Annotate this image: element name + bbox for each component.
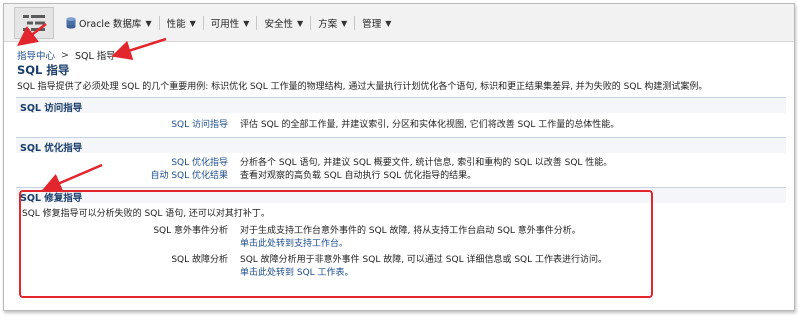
menu-divider bbox=[354, 16, 356, 30]
chevron-down-icon: ▼ bbox=[189, 18, 196, 28]
database-icon bbox=[66, 17, 76, 29]
automatic-sql-tuning-results-link[interactable]: 自动 SQL 优化结果 bbox=[150, 168, 228, 181]
row-description: 查看对观察的高负载 SQL 自动执行 SQL 优化指导的结果。 bbox=[240, 171, 477, 181]
menu-icon bbox=[23, 15, 45, 31]
main-menu: Oracle 数据库 ▼ 性能 ▼ 可用性 ▼ 安全性 ▼ 方案 ▼ 管理 ▼ bbox=[62, 12, 395, 34]
breadcrumb-advisor-central-link[interactable]: 指导中心 bbox=[17, 48, 55, 62]
top-menubar: Oracle 数据库 ▼ 性能 ▼ 可用性 ▼ 安全性 ▼ 方案 ▼ 管理 ▼ bbox=[4, 4, 794, 42]
menu-availability-label: 可用性 bbox=[210, 19, 240, 30]
menu-schema[interactable]: 方案 ▼ bbox=[314, 12, 351, 34]
section-title: SQL 优化指导 bbox=[20, 143, 83, 154]
list-item: 自动 SQL 优化结果 查看对观察的高负载 SQL 自动执行 SQL 优化指导的… bbox=[4, 168, 794, 182]
page-title: SQL 指导 bbox=[17, 63, 70, 77]
menu-administration[interactable]: 管理 ▼ bbox=[358, 12, 395, 34]
row-description: 分析各个 SQL 语句, 并建议 SQL 概要文件, 统计信息, 索引和重构的 … bbox=[240, 158, 613, 168]
section-title: SQL 访问指导 bbox=[20, 103, 83, 114]
menu-schema-label: 方案 bbox=[318, 19, 338, 30]
chevron-down-icon: ▼ bbox=[243, 18, 250, 28]
menu-performance-label: 性能 bbox=[166, 19, 186, 30]
chevron-down-icon: ▼ bbox=[296, 18, 304, 28]
menu-performance[interactable]: 性能 ▼ bbox=[163, 12, 200, 34]
screenshot-frame: Oracle 数据库 ▼ 性能 ▼ 可用性 ▼ 安全性 ▼ 方案 ▼ 管理 ▼ … bbox=[3, 3, 795, 311]
sql-tuning-advisor-link[interactable]: SQL 优化指导 bbox=[171, 155, 228, 168]
annotation-highlight-box bbox=[19, 190, 653, 298]
menu-availability[interactable]: 可用性 ▼ bbox=[207, 12, 254, 34]
sql-access-advisor-link[interactable]: SQL 访问指导 bbox=[171, 117, 228, 130]
page-description: SQL 指导提供了必须处理 SQL 的几个重要用例: 标识优化 SQL 工作量的… bbox=[17, 82, 708, 92]
menu-divider bbox=[310, 16, 312, 30]
menu-divider bbox=[202, 16, 204, 30]
section-header-access-advisor: SQL 访问指导 bbox=[16, 97, 786, 114]
menu-divider bbox=[256, 16, 258, 30]
navigator-menu-button[interactable] bbox=[14, 7, 54, 39]
chevron-down-icon: ▼ bbox=[385, 18, 392, 28]
list-item: SQL 访问指导 评估 SQL 的全部工作量, 并建议索引, 分区和实体化视图,… bbox=[4, 117, 794, 131]
breadcrumb-current: SQL 指导 bbox=[74, 51, 116, 62]
menu-administration-label: 管理 bbox=[362, 19, 382, 30]
menu-oracle-database-label: Oracle 数据库 bbox=[79, 19, 142, 30]
chevron-down-icon: ▼ bbox=[341, 18, 348, 28]
menu-oracle-database[interactable]: Oracle 数据库 ▼ bbox=[62, 12, 156, 34]
row-description: 评估 SQL 的全部工作量, 并建议索引, 分区和实体化视图, 它们将改善 SQ… bbox=[240, 120, 620, 130]
menu-security-label: 安全性 bbox=[264, 19, 293, 30]
section-header-tuning-advisor: SQL 优化指导 bbox=[16, 137, 786, 154]
menu-security[interactable]: 安全性 ▼ bbox=[260, 12, 307, 34]
chevron-down-icon: ▼ bbox=[145, 18, 152, 28]
list-item: SQL 优化指导 分析各个 SQL 语句, 并建议 SQL 概要文件, 统计信息… bbox=[4, 155, 794, 169]
menu-divider bbox=[158, 16, 160, 30]
breadcrumb-separator: > bbox=[61, 49, 69, 61]
breadcrumb: 指导中心 > SQL 指导 bbox=[17, 48, 116, 63]
